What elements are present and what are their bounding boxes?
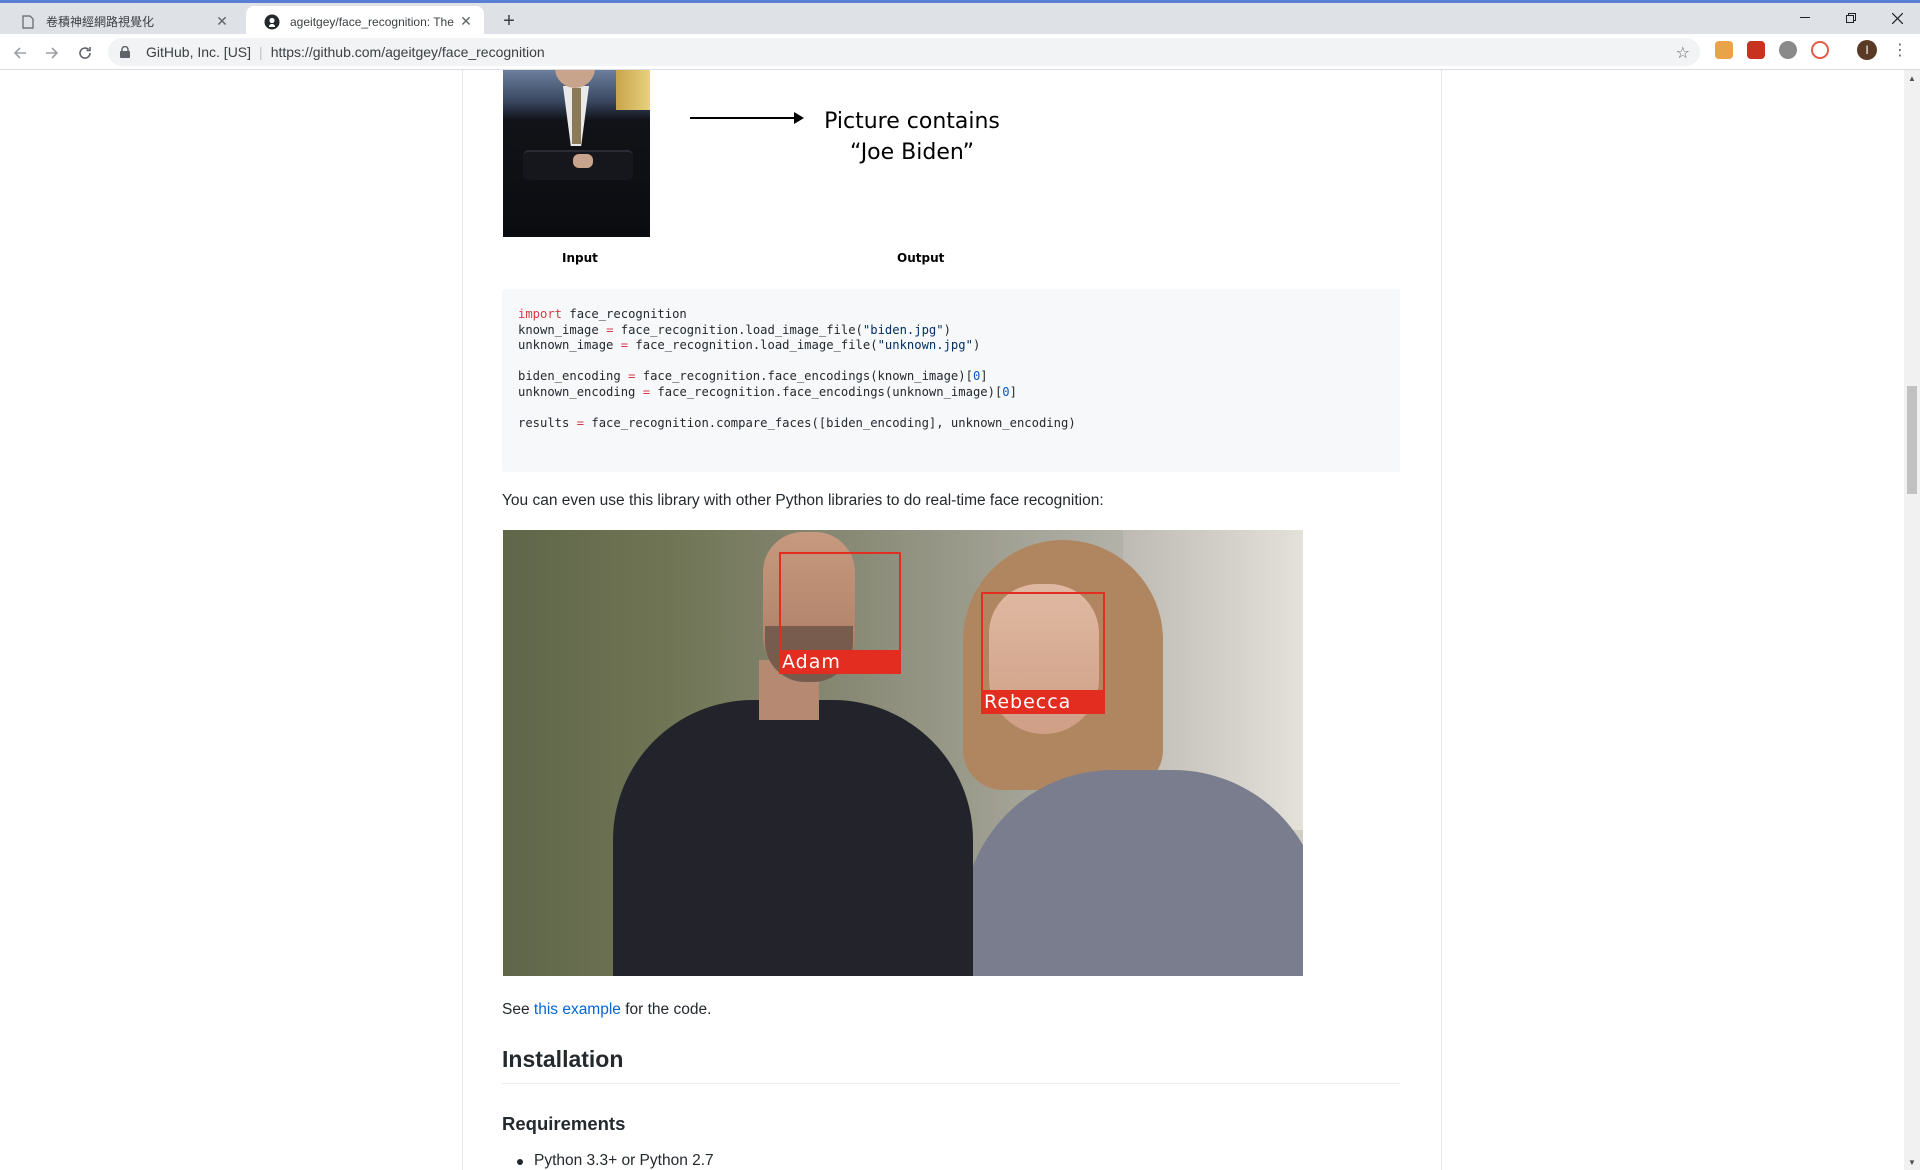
tab-title: 卷積神經網路視覺化 [46,15,155,29]
close-window-icon[interactable] [1874,6,1920,30]
scrollbar-thumb[interactable] [1907,386,1917,494]
url-text[interactable]: https://github.com/ageitgey/face_recogni… [271,44,545,60]
realtime-intro-text: You can even use this library with other… [502,492,1104,509]
address-bar[interactable]: GitHub, Inc. [US] | https://github.com/a… [108,38,1700,66]
new-tab-button[interactable]: + [497,9,521,33]
minimize-icon[interactable] [1782,6,1828,30]
tab-cnn-visualization[interactable]: 卷積神經網路視覺化 ✕ [2,6,240,37]
installation-heading: Installation [502,1046,1400,1084]
profile-avatar[interactable]: I [1857,40,1877,60]
this-example-link[interactable]: this example [534,1001,621,1018]
close-tab-icon[interactable]: ✕ [458,13,474,30]
back-arrow-icon[interactable] [7,40,33,66]
extension-red-icon[interactable] [1747,41,1765,59]
extension-grey-icon[interactable] [1779,41,1797,59]
github-icon [264,14,280,30]
extension-instagram-icon[interactable] [1715,41,1733,59]
realtime-demo-image: Adam Rebecca [503,530,1303,976]
extension-block-icon[interactable] [1811,41,1829,59]
code-line: known_image = face_recognition.load_imag… [518,322,951,337]
bookmark-star-icon[interactable]: ☆ [1676,43,1690,63]
output-line-1: Picture contains [824,109,1000,134]
browser-titlebar: 卷積神經網路視覺化 ✕ ageitgey/face_recognition: T… [0,0,1920,37]
lock-icon[interactable] [120,46,136,58]
tab-title: ageitgey/face_recognition: The [290,14,454,29]
page-viewport: Picture contains “Joe Biden” Input Outpu… [0,70,1904,1170]
face-label-rebecca: Rebecca [981,690,1105,714]
menu-dots-icon[interactable]: ⋮ [1892,40,1908,60]
code-line: biden_encoding = face_recognition.face_e… [518,369,988,384]
close-tab-icon[interactable]: ✕ [214,13,230,30]
code-block[interactable]: import face_recognition known_image = fac… [502,289,1400,472]
see-prefix: See [502,1001,534,1018]
face-box-adam [779,552,901,652]
browser-toolbar: GitHub, Inc. [US] | https://github.com/a… [0,34,1920,70]
reload-icon[interactable] [72,40,98,66]
input-caption: Input [562,251,598,265]
code-line: results = face_recognition.compare_faces… [518,416,1076,431]
see-suffix: for the code. [620,1001,712,1018]
see-example-text: See this example for the code. [502,998,711,1022]
code-line: unknown_encoding = face_recognition.face… [518,384,1017,399]
face-box-rebecca [981,592,1105,692]
forward-arrow-icon[interactable] [39,40,65,66]
output-result-text: Picture contains “Joe Biden” [762,106,1062,168]
tab-face-recognition[interactable]: ageitgey/face_recognition: The ✕ [246,6,484,37]
scroll-down-icon[interactable]: ▼ [1904,1154,1920,1170]
document-icon [20,14,36,30]
page-scrollbar[interactable]: ▲ ▼ [1904,70,1920,1170]
output-line-2: “Joe Biden” [849,140,975,165]
requirements-heading: Requirements [502,1113,626,1134]
face-label-adam: Adam [779,650,901,674]
separator: | [259,44,263,60]
code-line: import face_recognition [518,307,687,321]
list-item: Python 3.3+ or Python 2.7 [517,1152,714,1169]
code-line: unknown_image = face_recognition.load_im… [518,338,981,353]
input-photo-biden [503,70,650,237]
output-caption: Output [897,251,945,265]
scroll-up-icon[interactable]: ▲ [1904,70,1920,86]
restore-icon[interactable] [1828,6,1874,30]
site-identity: GitHub, Inc. [US] [146,44,252,60]
